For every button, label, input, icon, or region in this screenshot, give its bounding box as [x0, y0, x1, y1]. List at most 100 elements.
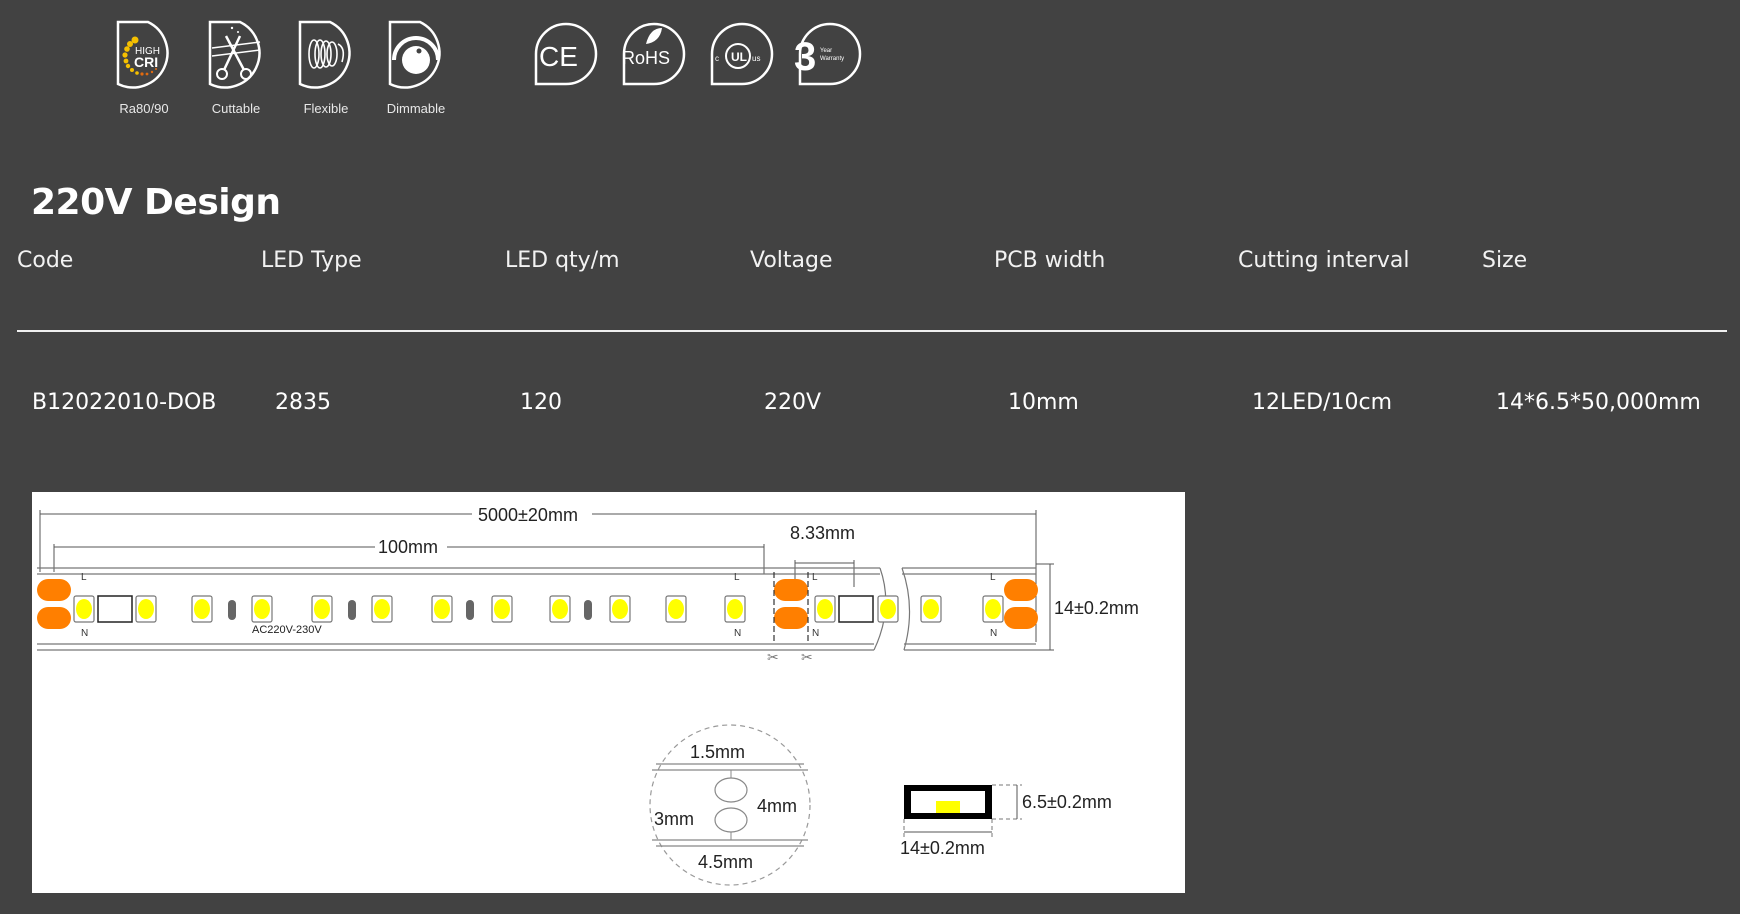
- header-led-type: LED Type: [261, 248, 362, 273]
- voltage-marking: AC220V-230V: [252, 624, 322, 636]
- led-emitter: [194, 599, 210, 619]
- led-emitter: [138, 599, 154, 619]
- led-emitter: [923, 599, 939, 619]
- strip-segment-main: [37, 567, 887, 651]
- pad-height-label: 4mm: [757, 796, 797, 816]
- cell-pcb-width: 10mm: [1008, 390, 1079, 415]
- pad-polarity-label: L: [734, 572, 740, 583]
- strip-width-dimension: 14±0.2mm: [1036, 563, 1139, 651]
- badge-label: Dimmable: [386, 101, 446, 116]
- svg-text:Year: Year: [820, 48, 832, 54]
- driver-ic: [838, 595, 874, 623]
- warranty-icon: 3 Year Warranty: [794, 22, 862, 86]
- section-title: 220V Design: [31, 182, 281, 223]
- header-pcb-width: PCB width: [994, 248, 1106, 273]
- led-emitter: [612, 599, 628, 619]
- svg-text:c: c: [715, 54, 719, 63]
- strip-width-label: 14±0.2mm: [1054, 598, 1139, 618]
- pad-polarity-label: N: [990, 628, 997, 639]
- resistor: [228, 600, 236, 620]
- coil-icon: [298, 20, 351, 89]
- dimmer-knob-icon: [388, 20, 441, 89]
- solder-pad: [37, 579, 71, 601]
- solder-pad: [1004, 579, 1038, 601]
- svg-text:Warranty: Warranty: [820, 56, 844, 62]
- led-emitter: [727, 599, 743, 619]
- header-code: Code: [17, 248, 74, 273]
- cell-led-qty: 120: [520, 390, 562, 415]
- solder-pad: [774, 607, 808, 629]
- pad-polarity-label: L: [990, 572, 996, 583]
- svg-text:CE: CE: [539, 41, 578, 72]
- badge-flexible: Flexible: [288, 18, 364, 116]
- header-cutting-interval: Cutting interval: [1238, 248, 1410, 273]
- resistor: [466, 600, 474, 620]
- high-cri-icon: HIGH CRI: [116, 20, 169, 89]
- led-emitter: [314, 599, 330, 619]
- badge-label: Flexible: [303, 101, 349, 116]
- badge-cuttable: Cuttable: [198, 18, 274, 116]
- total-length-label: 5000±20mm: [478, 505, 578, 525]
- badge-rohs: RoHS: [612, 18, 688, 94]
- cell-size: 14*6.5*50,000mm: [1496, 390, 1701, 415]
- led-emitter: [254, 599, 270, 619]
- badge-dimmable: Dimmable: [378, 18, 454, 116]
- pad-detail-view: 1.5mm 4mm 3mm 4.5mm: [649, 724, 811, 886]
- svg-text:3: 3: [794, 35, 816, 79]
- pad-width-label: 4.5mm: [698, 852, 753, 872]
- svg-text:UL: UL: [731, 50, 747, 64]
- ce-mark-icon: CE: [534, 22, 598, 86]
- pad-polarity-label: L: [81, 572, 87, 583]
- led-pitch-dimension: 8.33mm: [790, 523, 855, 587]
- resistor: [348, 600, 356, 620]
- segment-length-label: 100mm: [378, 537, 438, 557]
- pad-polarity-label: L: [812, 572, 818, 583]
- pad-polarity-label: N: [81, 628, 88, 639]
- header-voltage: Voltage: [750, 248, 833, 273]
- spec-table-header: Code LED Type LED qty/m Voltage PCB widt…: [17, 248, 1727, 288]
- svg-text:CRI: CRI: [134, 54, 158, 70]
- led-pitch-label: 8.33mm: [790, 523, 855, 543]
- led-emitter: [374, 599, 390, 619]
- header-size: Size: [1482, 248, 1528, 273]
- badge-warranty: 3 Year Warranty: [788, 18, 864, 94]
- cell-cutting-interval: 12LED/10cm: [1252, 390, 1393, 415]
- scissors-icon: ✂: [767, 650, 779, 666]
- pad-polarity-label: N: [812, 628, 819, 639]
- table-divider: [17, 330, 1727, 332]
- pad-top-margin-label: 1.5mm: [690, 742, 745, 762]
- scissors-icon: ✂: [801, 650, 813, 666]
- svg-text:us: us: [752, 54, 760, 63]
- driver-ic: [97, 595, 133, 623]
- badge-ce: CE: [524, 18, 600, 94]
- resistor: [584, 600, 592, 620]
- badge-label: Cuttable: [211, 101, 261, 116]
- cell-led-type: 2835: [275, 390, 331, 415]
- led-emitter: [434, 599, 450, 619]
- solder-pad: [1004, 607, 1038, 629]
- led-emitter: [552, 599, 568, 619]
- svg-text:RoHS: RoHS: [622, 48, 670, 68]
- pad-gap-label: 3mm: [654, 809, 694, 829]
- drawing-canvas: 5000±20mm 100mm 8.33mm 14±0.2mm LNLNLNLN…: [37, 502, 1139, 886]
- led-emitter: [880, 599, 896, 619]
- led-emitter: [76, 599, 92, 619]
- cell-code: B12022010-DOB: [32, 390, 217, 415]
- badge-ul: UL c us: [700, 18, 776, 94]
- solder-pad: [37, 607, 71, 629]
- solder-pad: [774, 579, 808, 601]
- rohs-icon: RoHS: [622, 22, 686, 86]
- strip-components: L N L N L N L N: [37, 572, 1038, 639]
- led-emitter: [817, 599, 833, 619]
- badge-high-cri: HIGH CRI Ra80/90: [106, 18, 182, 116]
- badge-label: Ra80/90: [119, 101, 169, 116]
- cross-section-width-label: 14±0.2mm: [900, 838, 985, 858]
- cell-voltage: 220V: [764, 390, 822, 415]
- led-emitter: [668, 599, 684, 619]
- ul-listed-icon: UL c us: [710, 22, 774, 86]
- led-emitter: [985, 599, 1001, 619]
- table-header-row: Code LED Type LED qty/m Voltage PCB widt…: [17, 248, 1727, 288]
- cross-section-view: 6.5±0.2mm 14±0.2mm: [900, 784, 1112, 858]
- header-led-qty: LED qty/m: [505, 248, 620, 273]
- pad-polarity-label: N: [734, 628, 741, 639]
